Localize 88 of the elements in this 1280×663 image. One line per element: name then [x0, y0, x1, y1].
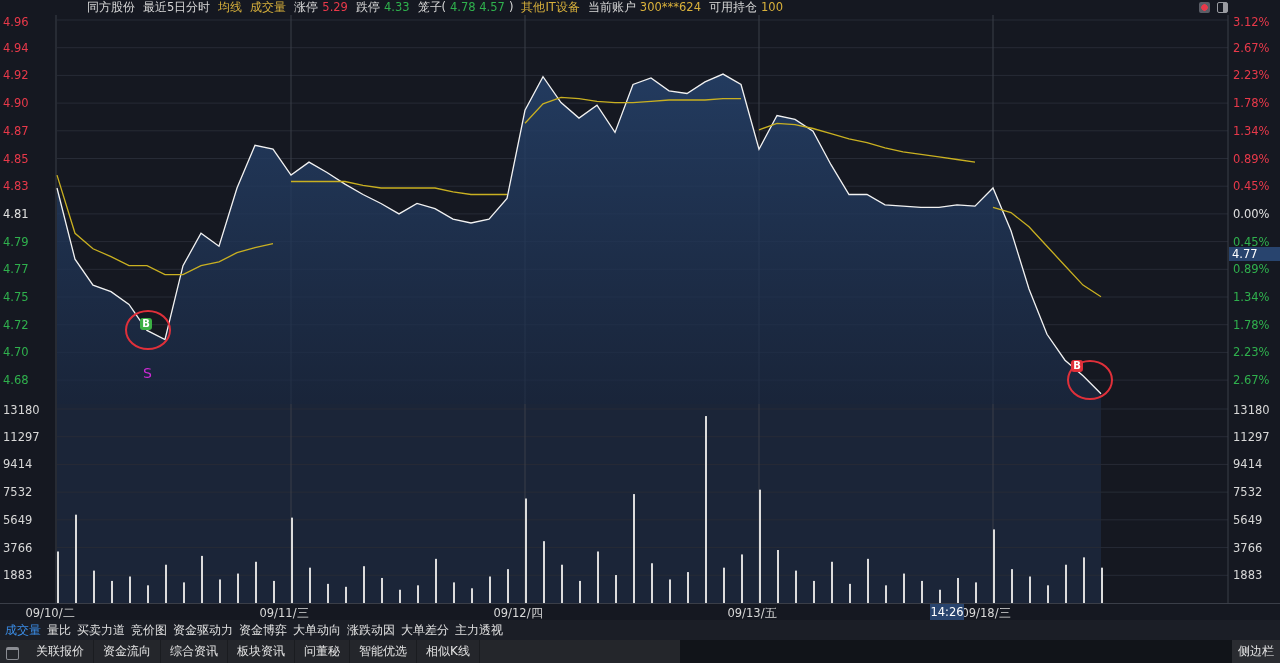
info-text: ): [508, 0, 514, 15]
panel-button[interactable]: 资金流向: [94, 640, 161, 663]
sidebar-button[interactable]: 侧边栏: [1232, 640, 1280, 663]
volume-axis-label: 11297: [1233, 429, 1270, 444]
percent-axis-label: 1.78%: [1233, 317, 1270, 332]
indicator-tab[interactable]: 买卖力道: [74, 620, 128, 640]
date-label: 09/13/五: [727, 606, 777, 620]
info-text: 可用持仓: [709, 0, 757, 15]
price-axis-label: 4.70: [3, 345, 29, 360]
window-icon[interactable]: [6, 647, 19, 660]
info-text: 当前账户: [587, 0, 636, 15]
panel-button[interactable]: 智能优选: [350, 640, 417, 663]
price-axis-label: 4.87: [3, 123, 29, 138]
percent-axis-label: 2.67%: [1233, 40, 1270, 55]
info-text: 同方股份: [87, 0, 135, 15]
price-axis-label: 4.92: [3, 68, 29, 83]
percent-axis-label: 0.00%: [1233, 206, 1270, 221]
indicator-tab[interactable]: 大单差分: [398, 620, 452, 640]
price-axis-label: 4.68: [3, 373, 29, 388]
volume-axis-label: 7532: [3, 485, 33, 500]
volume-axis-label: 13180: [3, 404, 40, 417]
price-axis-label: 4.75: [3, 290, 29, 304]
info-text: 300***624: [639, 0, 701, 15]
percent-axis-label: 0.45%: [1233, 234, 1270, 249]
volume-axis-label: 9414: [1233, 457, 1263, 472]
signal-badge: B: [140, 318, 152, 330]
panel-button[interactable]: 关联报价: [27, 640, 94, 663]
percent-axis-label: 1.34%: [1233, 290, 1270, 304]
percent-axis-label: 1.78%: [1233, 96, 1270, 111]
indicator-tab[interactable]: 涨跌动因: [344, 620, 398, 640]
date-label: 09/12/四: [493, 606, 543, 620]
price-axis-label: 4.77: [3, 262, 29, 277]
price-axis-label: 4.85: [3, 151, 29, 166]
volume-axis-label: 7532: [1233, 485, 1263, 500]
cursor-price-tag: 4.77: [1229, 247, 1280, 261]
volume-axis-label: 11297: [3, 429, 40, 444]
indicator-tab[interactable]: 竞价图: [128, 620, 170, 640]
signal-label: S: [143, 365, 152, 381]
price-axis-label: 4.83: [3, 179, 29, 194]
panel-button[interactable]: 板块资讯: [228, 640, 295, 663]
volume-axis-label: 5649: [3, 512, 33, 527]
info-text: 5.29: [322, 0, 348, 15]
cursor-time-tag: 14:26: [930, 604, 964, 620]
price-axis-label: 4.72: [3, 317, 29, 332]
info-text: 最近5日分时: [143, 0, 211, 15]
percent-axis-label: 0.45%: [1233, 179, 1270, 194]
volume-axis-label: 13180: [1233, 404, 1270, 417]
volume-axis-label: 5649: [1233, 512, 1263, 527]
indicator-tab[interactable]: 资金博弈: [236, 620, 290, 640]
date-label: 09/11/三: [259, 606, 309, 620]
percent-axis-label: 2.23%: [1233, 68, 1270, 83]
panel-icon[interactable]: [1217, 2, 1228, 13]
price-axis-label: 4.96: [3, 15, 29, 29]
info-text: 100: [761, 0, 783, 15]
percent-axis-label: 0.89%: [1233, 151, 1270, 166]
volume-axis-label: 1883: [1233, 568, 1263, 583]
price-axis-label: 4.79: [3, 234, 29, 249]
percent-axis-label: 0.89%: [1233, 262, 1270, 277]
info-text: 涨停: [294, 0, 319, 15]
indicator-tab[interactable]: 主力透视: [452, 620, 506, 640]
price-axis-label: 4.90: [3, 96, 29, 111]
indicator-tab[interactable]: 成交量: [2, 620, 44, 640]
info-text: 笼子(: [417, 0, 447, 15]
date-label: 09/10/二: [25, 606, 75, 620]
info-text: 4.33: [383, 0, 410, 15]
info-text: 其他IT设备: [521, 0, 580, 15]
indicator-tab[interactable]: 资金驱动力: [170, 620, 236, 640]
volume-axis-label: 9414: [3, 457, 33, 472]
percent-axis-label: 3.12%: [1233, 15, 1270, 29]
percent-axis-label: 1.34%: [1233, 123, 1270, 138]
percent-axis-label: 2.23%: [1233, 345, 1270, 360]
price-axis-label: 4.94: [3, 40, 29, 55]
panel-button[interactable]: 综合资讯: [161, 640, 228, 663]
volume-axis-label: 3766: [1233, 540, 1263, 555]
volume-axis-label: 3766: [3, 540, 33, 555]
indicator-tab[interactable]: 大单动向: [290, 620, 344, 640]
info-text: 4.78 4.57: [450, 0, 505, 15]
info-text: 成交量: [250, 0, 287, 15]
record-icon[interactable]: [1199, 2, 1210, 13]
panel-button[interactable]: 问董秘: [295, 640, 350, 663]
indicator-tab[interactable]: 量比: [44, 620, 74, 640]
signal-badge: B: [1071, 360, 1083, 372]
volume-axis-label: 1883: [3, 568, 33, 583]
panel-button[interactable]: 相似K线: [417, 640, 480, 663]
price-axis-label: 4.81: [3, 206, 29, 221]
percent-axis-label: 2.67%: [1233, 373, 1270, 388]
info-text: 跌停: [355, 0, 380, 15]
info-text: 均线: [218, 0, 243, 15]
